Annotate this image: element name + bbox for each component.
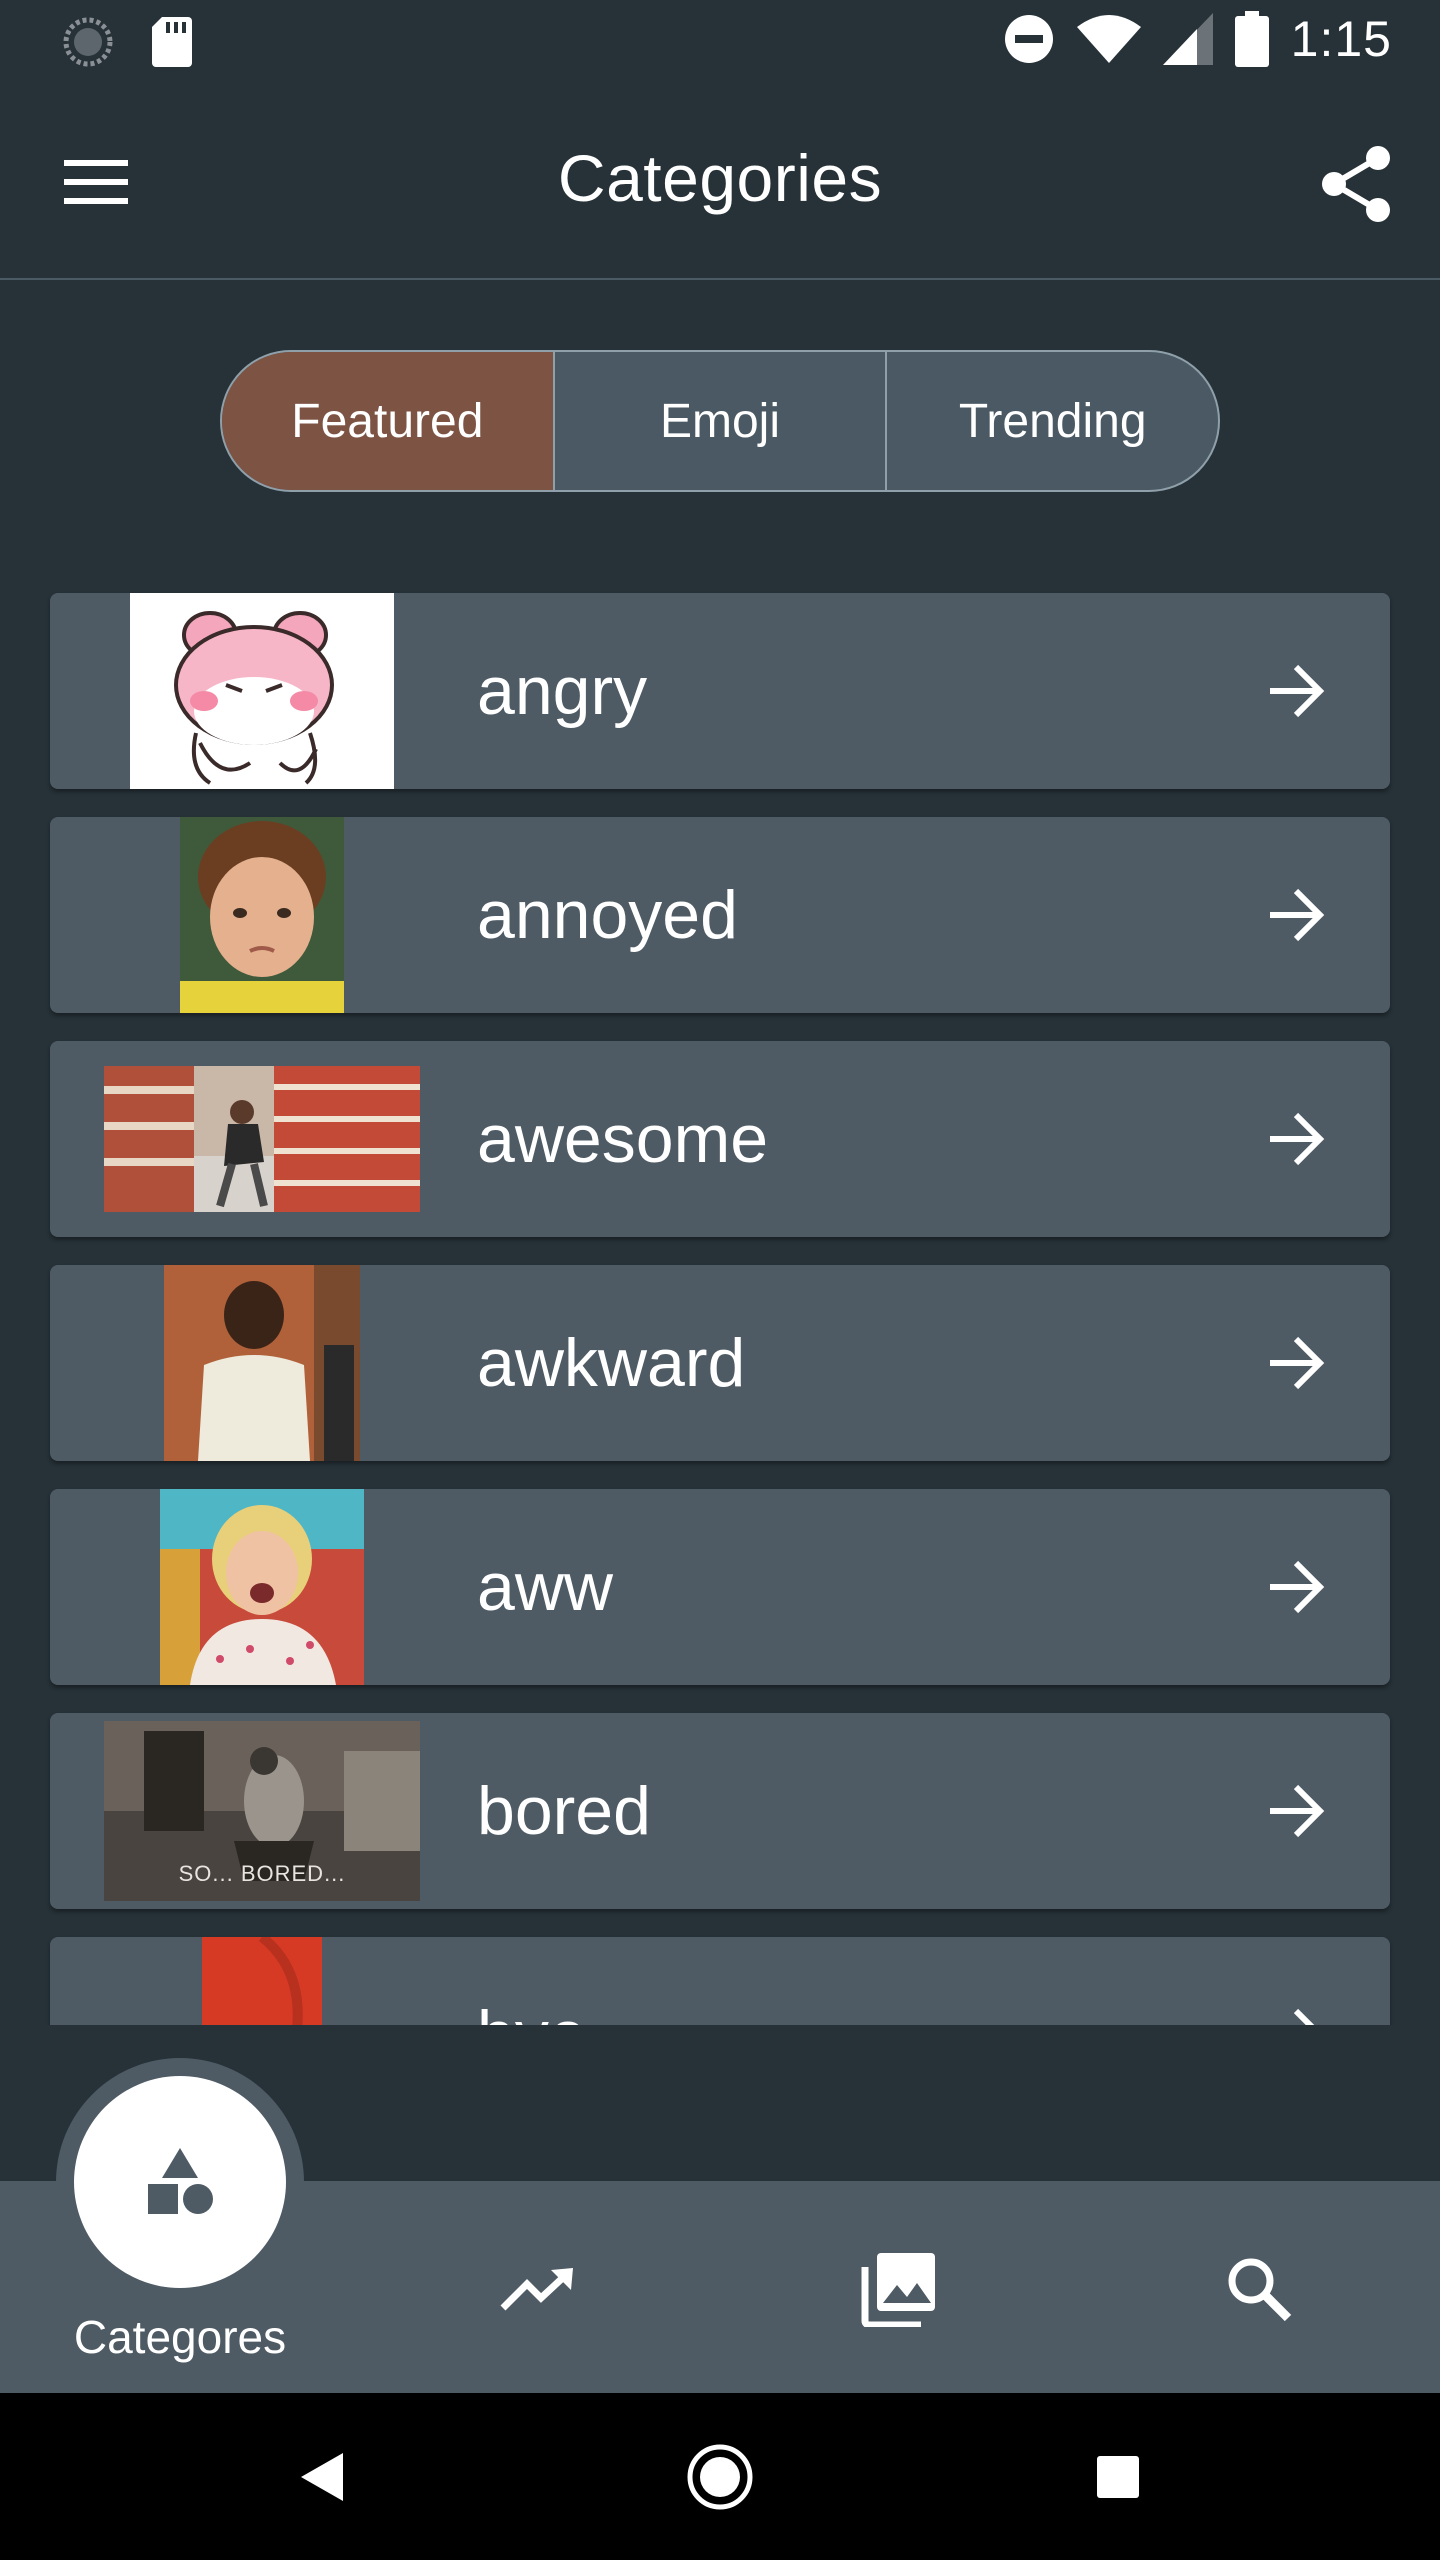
- system-recents-button[interactable]: [1076, 2435, 1160, 2519]
- arrow-right-icon: [1264, 659, 1328, 723]
- system-back-button[interactable]: [280, 2435, 364, 2519]
- status-time: 1:15: [1290, 11, 1392, 67]
- gallery-icon: [861, 2251, 937, 2327]
- do-not-disturb-icon: [1003, 13, 1055, 65]
- category-label: annoyed: [477, 877, 738, 953]
- arrow-right-icon: [1264, 883, 1328, 947]
- category-thumbnail-aww: [160, 1489, 364, 1685]
- tab-emoji[interactable]: Emoji: [552, 352, 886, 490]
- trending-icon: [499, 2264, 579, 2314]
- category-thumbnail-awesome: [104, 1066, 420, 1212]
- status-bar: 1:15: [0, 0, 1440, 84]
- signal-icon: [1162, 13, 1213, 65]
- category-tabs: Featured Emoji Trending: [220, 350, 1220, 492]
- nav-active-label: Categores: [73, 2311, 287, 2363]
- arrow-right-icon: [1264, 1107, 1328, 1171]
- back-icon: [299, 2451, 345, 2503]
- category-label: awkward: [477, 1325, 746, 1401]
- tab-trending[interactable]: Trending: [885, 352, 1218, 490]
- category-item-awesome[interactable]: awesome: [50, 1041, 1390, 1237]
- category-thumbnail-bye: [202, 1937, 322, 2025]
- page-title: Categories: [557, 141, 883, 215]
- category-thumbnail-bored: SO... BORED...: [104, 1721, 420, 1901]
- category-item-bored[interactable]: SO... BORED... bored: [50, 1713, 1390, 1909]
- nav-search-button[interactable]: [1214, 2244, 1304, 2334]
- categories-icon: [144, 2146, 216, 2218]
- arrow-right-icon: [1264, 1779, 1328, 1843]
- category-list[interactable]: angry annoyed awesome awkward aww SO... …: [0, 590, 1440, 2025]
- loading-icon: [62, 16, 114, 68]
- category-thumbnail-awkward: [164, 1265, 360, 1461]
- battery-icon: [1234, 11, 1269, 67]
- arrow-right-icon: [1264, 1331, 1328, 1395]
- nav-trending-button[interactable]: [494, 2244, 584, 2334]
- share-icon: [1320, 144, 1392, 224]
- sd-card-icon: [152, 17, 192, 67]
- arrow-right-icon: [1264, 2003, 1328, 2025]
- category-thumbnail-angry: [130, 593, 394, 789]
- category-item-awkward[interactable]: awkward: [50, 1265, 1390, 1461]
- search-icon: [1224, 2254, 1294, 2324]
- system-navigation-bar: [0, 2393, 1440, 2560]
- recents-icon: [1095, 2454, 1141, 2500]
- category-label: aww: [477, 1549, 614, 1625]
- wifi-icon: [1076, 13, 1141, 65]
- category-item-annoyed[interactable]: annoyed: [50, 817, 1390, 1013]
- home-icon: [686, 2443, 754, 2511]
- tab-featured[interactable]: Featured: [222, 352, 553, 490]
- category-label: awesome: [477, 1101, 769, 1177]
- category-thumbnail-annoyed: [180, 817, 344, 1013]
- category-item-angry[interactable]: angry: [50, 593, 1390, 789]
- arrow-right-icon: [1264, 1555, 1328, 1619]
- share-button[interactable]: [1320, 144, 1392, 224]
- category-label: bye: [477, 1937, 587, 2025]
- app-bar: Categories: [0, 84, 1440, 280]
- nav-gallery-button[interactable]: [854, 2244, 944, 2334]
- category-item-aww[interactable]: aww: [50, 1489, 1390, 1685]
- category-item-bye[interactable]: bye: [50, 1937, 1390, 2025]
- category-label: bored: [477, 1773, 651, 1849]
- system-home-button[interactable]: [678, 2435, 762, 2519]
- category-label: angry: [477, 653, 648, 729]
- thumbnail-caption: SO... BORED...: [178, 1861, 346, 1886]
- nav-categories-button[interactable]: [74, 2076, 286, 2288]
